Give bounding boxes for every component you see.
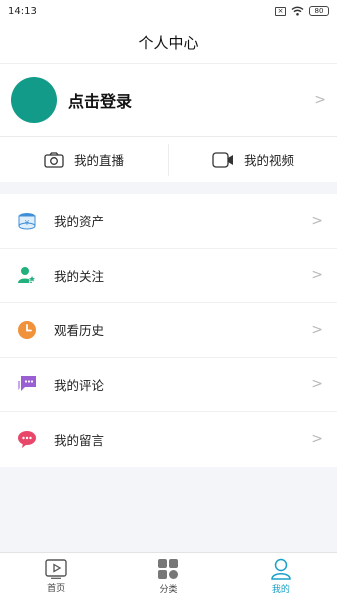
page-header: 个人中心	[0, 22, 337, 64]
menu-item-history[interactable]: 观看历史 >	[0, 303, 337, 358]
svg-text:¥: ¥	[25, 219, 30, 227]
menu-label-following: 我的关注	[54, 268, 105, 284]
menu-label-comments: 我的评论	[54, 377, 105, 393]
comment-icon	[16, 373, 38, 395]
battery-icon: 80	[309, 6, 329, 16]
camera-icon	[44, 151, 64, 168]
tab-category-label: 分类	[159, 585, 178, 595]
tab-mine-label: 我的	[271, 585, 290, 595]
wallet-stack-icon: ¥	[16, 210, 38, 232]
login-text[interactable]: 点击登录	[68, 88, 314, 112]
chevron-right-icon: >	[311, 431, 323, 448]
user-star-icon	[16, 264, 38, 286]
tab-mine[interactable]: 我的	[225, 553, 337, 600]
menu-item-comments[interactable]: 我的评论 >	[0, 358, 337, 412]
menu-label-assets: 我的资产	[54, 214, 105, 230]
avatar[interactable]	[11, 77, 57, 123]
menu-label-history: 观看历史	[54, 323, 105, 339]
my-video-button[interactable]: 我的视频	[169, 137, 337, 182]
my-live-label: 我的直播	[73, 153, 124, 168]
quick-actions: 我的直播 我的视频	[0, 137, 337, 182]
tab-home-label: 首页	[47, 584, 66, 594]
status-time: 14:13	[8, 5, 37, 17]
video-camera-icon	[212, 151, 233, 168]
tab-category[interactable]: 分类	[112, 553, 224, 600]
sim-icon: ×	[275, 6, 286, 16]
play-box-icon	[45, 559, 67, 579]
status-bar: 14:13 × 80	[0, 0, 337, 22]
clock-icon	[16, 319, 38, 341]
chevron-right-icon: >	[311, 267, 323, 284]
chevron-right-icon: >	[311, 321, 323, 338]
menu-item-assets[interactable]: ¥ 我的资产 >	[0, 194, 337, 249]
menu-item-following[interactable]: 我的关注 >	[0, 249, 337, 303]
menu-list: ¥ 我的资产 > 我的关注 > 观看历史 > 我的评论 > 我的留言 >	[0, 194, 337, 467]
chevron-right-icon: >	[311, 376, 323, 393]
user-icon	[271, 558, 291, 580]
chevron-right-icon: >	[314, 92, 326, 108]
wifi-icon	[291, 6, 304, 16]
status-icons: × 80	[275, 6, 329, 16]
my-live-button[interactable]: 我的直播	[0, 137, 168, 182]
chevron-right-icon: >	[311, 212, 323, 229]
login-row[interactable]: 点击登录 >	[0, 64, 337, 137]
my-video-label: 我的视频	[243, 153, 294, 168]
bottom-tab-bar: 首页 分类 我的	[0, 552, 337, 600]
menu-label-messages: 我的留言	[54, 432, 105, 448]
menu-item-messages[interactable]: 我的留言 >	[0, 412, 337, 467]
message-bubble-icon	[16, 428, 38, 450]
page-title: 个人中心	[138, 34, 199, 52]
grid-icon	[158, 559, 179, 579]
tab-home[interactable]: 首页	[0, 553, 112, 600]
